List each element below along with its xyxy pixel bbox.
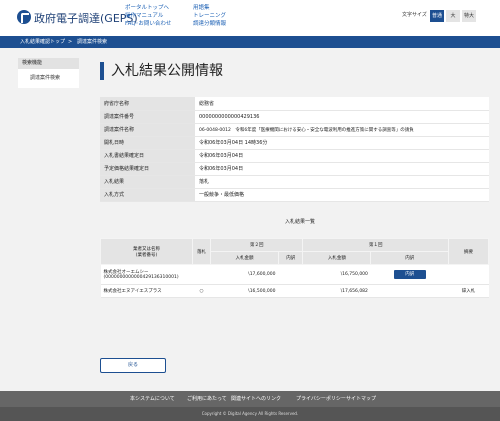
info-label: 入札書結果確定日 [100,149,195,163]
info-row: 入札結果 落札 [100,175,489,189]
info-label: 予定価格結果確定日 [100,162,195,176]
sidebar-header: 検索機能 [18,58,79,69]
font-size-xlarge-button[interactable]: 特大 [462,10,476,22]
back-button[interactable]: 戻る [100,358,166,373]
manual-link[interactable]: 操作マニュアル [125,12,171,20]
info-table: 府省庁名称 総務省 調達案件番号 0000000000000429136 調達案件名… [100,97,489,202]
company-name: 株式会社エヌアイエスプラス [100,284,193,298]
round1-header: 第１回 [302,238,449,252]
info-row: 入札方式 一般競争・最低価格 [100,188,489,202]
round1-detail-header: 内訳 [370,251,449,265]
info-value: 06-0048-0012 令和6年度「医療機関における安心・安全な電波利用の推進… [195,123,489,137]
info-value: 令和06年03月04日 [195,149,489,163]
header-nav-col2: 用語集 トレーニング 調達分類情報 [193,4,226,28]
round2-detail-header: 内訳 [277,251,304,265]
round1-amount: \17,656,082 [302,284,371,298]
detail-button[interactable]: 内訳 [393,270,426,279]
category-info-link[interactable]: 調達分類情報 [193,20,226,28]
info-value: 令和06年03月04日 14時36分 [195,136,489,150]
page-title: 入札結果公開情報 [111,63,223,79]
breadcrumb: 入札結果確認トップ > 調達案件検索 [0,36,500,48]
info-label: 開札日時 [100,136,195,150]
footer-link-privacy[interactable]: プライバシーポリシー [296,391,346,407]
copyright: Copyright © Digital Agency All Rights Re… [0,407,500,421]
col-award-header: 落札 [192,238,211,265]
breadcrumb-item-search[interactable]: 調達案件検索 [77,36,107,48]
title-accent-bar [100,62,104,80]
header-nav-col1: ポータルトップへ 操作マニュアル FAQ･お問い合わせ [125,4,171,28]
round2-detail [278,264,303,285]
round1-detail [370,284,449,298]
portal-top-link[interactable]: ポータルトップへ [125,4,171,12]
col-note-header: 摘要 [448,238,489,265]
footer-links: 本システムについて ご利用にあたって 関連サイトへのリンク プライバシーポリシー… [0,391,500,407]
footer-link-usage[interactable]: ご利用にあたって [187,391,227,407]
note: 辞入札 [448,284,489,298]
round2-amount-header: 入札金額 [210,251,279,265]
table-row: 株式会社エヌアイエスプラス ○ \16,500,000 \17,656,082 … [100,284,489,298]
sidebar-item-search[interactable]: 調達案件検索 [18,71,79,85]
round1-detail-cell: 内訳 [370,264,449,285]
glossary-link[interactable]: 用語集 [193,4,226,12]
font-size-label: 文字サイズ [402,12,427,18]
round2-amount: \16,500,000 [210,284,279,298]
footer-link-about[interactable]: 本システムについて [130,391,175,407]
footer-link-sitemap[interactable]: サイトマップ [346,391,376,407]
breadcrumb-separator: > [68,39,73,45]
info-row: 予定価格結果確定日 令和06年03月04日 [100,162,489,176]
round2-detail [278,284,303,298]
info-row: 入札書結果確定日 令和06年03月04日 [100,149,489,163]
info-value: 0000000000000429136 [195,110,489,124]
results-table: 業者又は名称 (業者番号) 落札 第２回 第１回 摘要 入札金額 内訳 入札金額… [100,238,489,298]
faq-link[interactable]: FAQ･お問い合わせ [125,20,171,28]
award-mark: ○ [192,284,211,298]
info-row: 調達案件番号 0000000000000429136 [100,110,489,124]
info-value: 令和06年03月04日 [195,162,489,176]
info-label: 調達案件番号 [100,110,195,124]
info-label: 調達案件名称 [100,123,195,137]
round1-amount: \16,750,000 [302,264,371,285]
award-mark [192,264,211,285]
round2-amount: \17,600,000 [210,264,279,285]
training-link[interactable]: トレーニング [193,12,226,20]
sidebar: 検索機能 調達案件検索 [18,58,79,88]
info-row: 府省庁名称 総務省 [100,97,489,111]
note [448,264,489,285]
results-heading: 入札結果一覧 [284,219,315,225]
round2-header: 第２回 [209,238,304,252]
info-row: 調達案件名称 06-0048-0012 令和6年度「医療機関における安心・安全な電… [100,123,489,137]
round1-amount-header: 入札金額 [302,251,372,265]
info-value: 落札 [195,175,489,189]
col-company-header: 業者又は名称 (業者番号) [100,238,193,265]
info-label: 入札結果 [100,175,195,189]
info-value: 一般競争・最低価格 [195,188,489,202]
font-size-large-button[interactable]: 大 [446,10,460,22]
info-label: 府省庁名称 [100,97,195,111]
info-value: 総務省 [195,97,489,111]
geps-logo-icon [17,10,31,24]
site-logo-text[interactable]: 政府電子調達(GEPS) [34,10,138,26]
info-row: 開札日時 令和06年03月04日 14時36分 [100,136,489,150]
breadcrumb-item-top[interactable]: 入札結果確認トップ [20,36,65,48]
info-label: 入札方式 [100,188,195,202]
table-row: 株式会社オーエムシー (0000000000000429136310001) \… [100,264,489,285]
font-size-normal-button[interactable]: 普通 [430,10,444,22]
footer-link-related[interactable]: 関連サイトへのリンク [231,391,281,407]
site-header: 政府電子調達(GEPS) ポータルトップへ 操作マニュアル FAQ･お問い合わせ… [0,0,500,36]
company-name: 株式会社オーエムシー (0000000000000429136310001) [100,264,193,285]
